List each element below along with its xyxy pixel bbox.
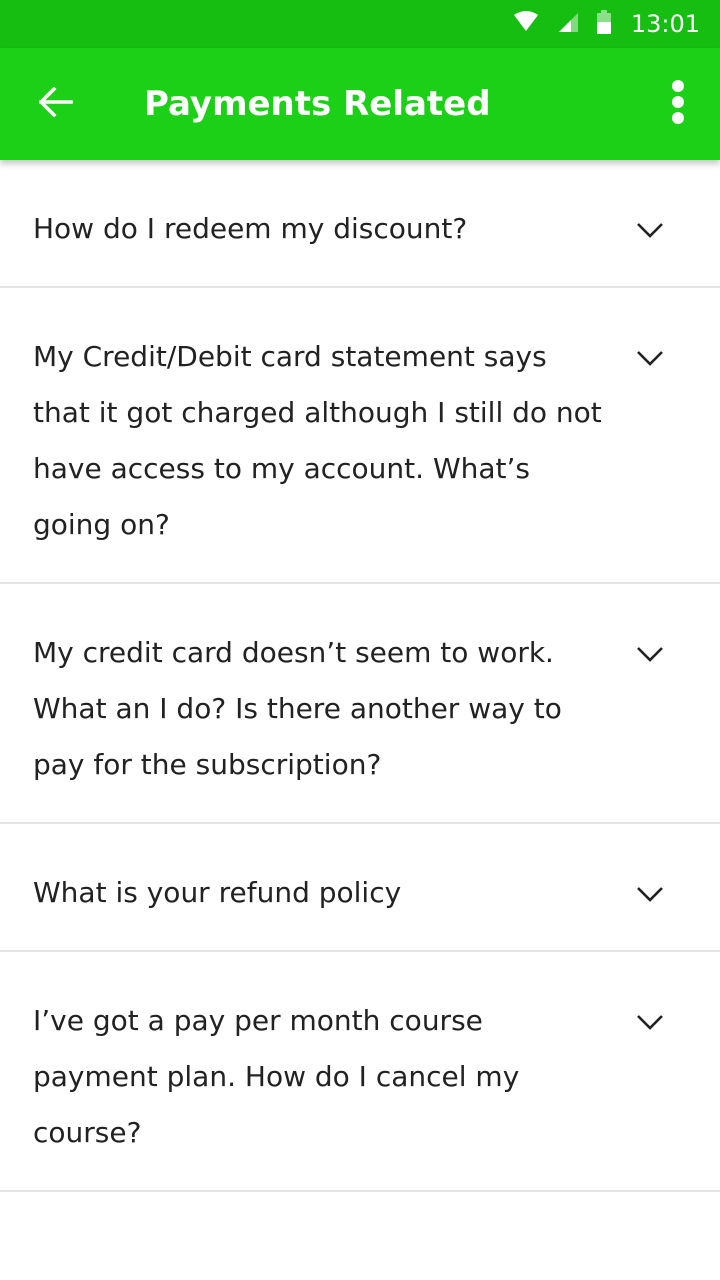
wifi-icon bbox=[513, 11, 539, 37]
faq-item[interactable]: What is your refund policy bbox=[0, 824, 720, 952]
status-time: 13:01 bbox=[630, 10, 700, 38]
faq-list: How do I redeem my discount? My Credit/D… bbox=[0, 160, 720, 1192]
page-title: Payments Related bbox=[144, 84, 491, 124]
faq-question: How do I redeem my discount? bbox=[33, 212, 468, 245]
status-icons: 13:01 bbox=[513, 0, 700, 48]
faq-question: My credit card doesn’t seem to work. Wha… bbox=[33, 636, 562, 781]
more-options-button[interactable] bbox=[650, 76, 706, 132]
back-button[interactable] bbox=[28, 76, 84, 132]
faq-item[interactable]: My Credit/Debit card statement says that… bbox=[0, 288, 720, 584]
faq-question: I’ve got a pay per month course payment … bbox=[33, 1004, 520, 1149]
faq-question: What is your refund policy bbox=[33, 876, 402, 909]
faq-item[interactable]: How do I redeem my discount? bbox=[0, 160, 720, 288]
battery-icon bbox=[596, 10, 611, 38]
chevron-down-icon bbox=[636, 344, 664, 372]
chevron-down-icon bbox=[636, 1008, 664, 1036]
more-vertical-icon bbox=[671, 80, 685, 128]
faq-item[interactable]: I’ve got a pay per month course payment … bbox=[0, 952, 720, 1192]
arrow-left-icon bbox=[38, 86, 73, 121]
chevron-down-icon bbox=[636, 880, 664, 908]
app-bar: Payments Related bbox=[0, 48, 720, 160]
faq-item[interactable]: My credit card doesn’t seem to work. Wha… bbox=[0, 584, 720, 824]
faq-question: My Credit/Debit card statement says that… bbox=[33, 340, 602, 541]
status-bar: 13:01 bbox=[0, 0, 720, 48]
chevron-down-icon bbox=[636, 640, 664, 668]
cell-signal-icon bbox=[557, 11, 579, 37]
chevron-down-icon bbox=[636, 216, 664, 244]
